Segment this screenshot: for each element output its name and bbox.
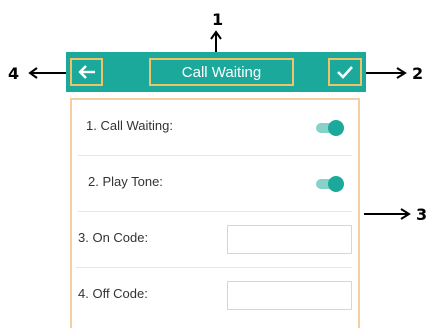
off-code-input[interactable]	[227, 281, 352, 310]
call-waiting-toggle[interactable]	[316, 120, 344, 136]
call-waiting-label: 1. Call Waiting:	[86, 118, 173, 133]
title-bar: Call Waiting	[66, 52, 366, 92]
back-button[interactable]	[70, 58, 103, 86]
check-icon	[337, 66, 353, 79]
play-tone-toggle[interactable]	[316, 176, 344, 192]
page-title-text: Call Waiting	[181, 63, 262, 81]
callout-3: 3	[416, 205, 428, 224]
toggle-knob	[328, 176, 344, 192]
on-code-input[interactable]	[227, 225, 352, 254]
save-button[interactable]	[328, 58, 362, 86]
play-tone-label: 2. Play Tone:	[88, 174, 163, 189]
phone-screen: Call Waiting 1. Call Waiting: 2. Play To…	[66, 52, 366, 328]
callout-arrow-3	[364, 208, 411, 220]
on-code-row: 3. On Code:	[76, 212, 352, 268]
callout-1: 1	[212, 10, 224, 29]
toggle-knob	[328, 120, 344, 136]
page-title: Call Waiting	[149, 58, 294, 86]
callout-2: 2	[412, 64, 424, 83]
on-code-label: 3. On Code:	[78, 230, 149, 245]
callout-4: 4	[8, 64, 20, 83]
settings-panel: 1. Call Waiting: 2. Play Tone: 3. On Cod…	[70, 98, 360, 328]
arrow-left-icon	[77, 65, 95, 79]
callout-arrow-2	[364, 67, 407, 79]
call-waiting-row: 1. Call Waiting:	[78, 100, 352, 156]
off-code-label: 4. Off Code:	[78, 286, 148, 301]
play-tone-row: 2. Play Tone:	[78, 156, 352, 212]
off-code-row: 4. Off Code:	[76, 268, 352, 324]
